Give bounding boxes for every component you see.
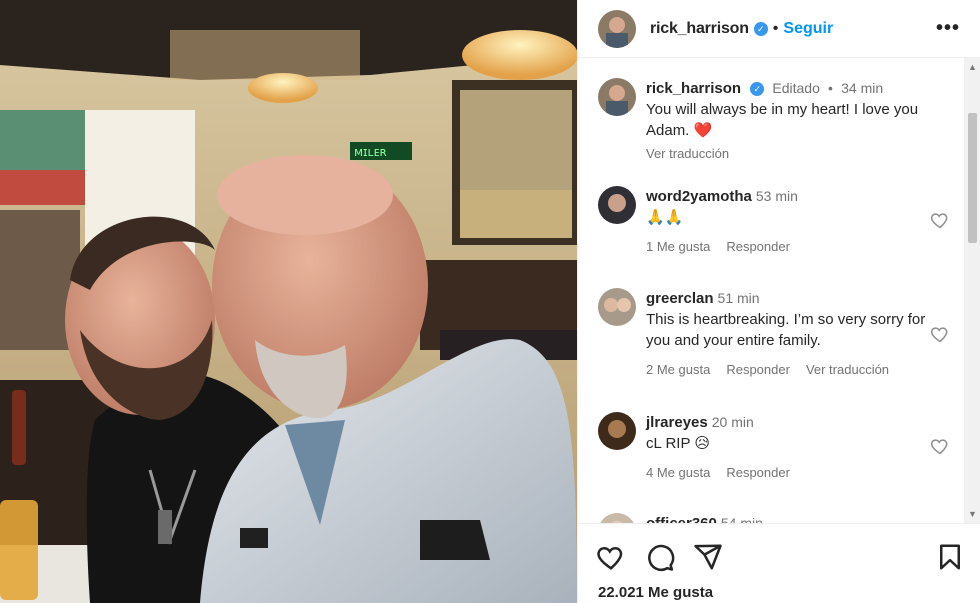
comment-avatar-image <box>598 412 636 450</box>
comment-text: cL RIP 😥 <box>646 435 710 452</box>
like-heart-icon[interactable] <box>930 324 950 344</box>
comment-avatar[interactable] <box>598 186 636 224</box>
more-options-icon[interactable]: ••• <box>936 17 960 40</box>
comment-bubble-icon[interactable] <box>645 542 675 572</box>
post-panel: rick_harrison ✓ • Seguir ••• rick_harris… <box>577 0 980 603</box>
comment-likes[interactable]: 2 Me gusta <box>646 359 710 380</box>
comment-time[interactable]: 20 min <box>712 414 754 430</box>
post-actions: 22.021 Me gusta <box>578 523 980 603</box>
comment-body: jlrareyes 20 min cL RIP 😥 4 Me gusta Respo… <box>646 412 926 483</box>
caption-avatar[interactable] <box>598 78 636 116</box>
like-heart-icon[interactable] <box>930 210 950 230</box>
comments-list[interactable]: rick_harrison ✓ Editado • 34 min You wil… <box>578 58 963 523</box>
comment-time[interactable]: 53 min <box>756 188 798 204</box>
comment-likes[interactable]: 1 Me gusta <box>646 236 710 257</box>
caption-text: You will always be in my heart! I love y… <box>646 101 919 139</box>
comment-body: word2yamotha 53 min 🙏🙏 1 Me gusta Responde… <box>646 186 926 257</box>
caption-avatar-image <box>598 78 636 116</box>
comment-avatar[interactable] <box>598 513 636 523</box>
comment-username[interactable]: jlrareyes <box>646 414 708 431</box>
neon-sign: ᴍɪʟᴇʀ <box>354 145 387 159</box>
comment-reply-button[interactable]: Responder <box>726 462 790 483</box>
comment-text: 🙏🙏 <box>646 209 684 226</box>
caption-translate-link[interactable]: Ver traducción <box>646 143 926 164</box>
caption-time[interactable]: 34 min <box>841 80 883 96</box>
comment-reply-button[interactable]: Responder <box>726 236 790 257</box>
comment-avatar-image <box>598 186 636 224</box>
scroll-down-arrow-icon[interactable]: ▼ <box>968 509 977 519</box>
comment-body: greerclan 51 min This is heartbreaking. I… <box>646 288 926 380</box>
author-avatar[interactable] <box>598 9 636 48</box>
comment-username[interactable]: greerclan <box>646 290 714 307</box>
comment-username[interactable]: officer360 <box>646 515 717 523</box>
comment-reply-button[interactable]: Responder <box>726 359 790 380</box>
scroll-up-arrow-icon[interactable]: ▲ <box>968 62 977 72</box>
post-photo[interactable]: ᴍɪʟᴇʀ <box>0 0 577 603</box>
comment-body: officer360 54 min <box>646 513 926 523</box>
comments-scrollbar[interactable]: ▲ ▼ <box>964 58 980 523</box>
scrollbar-thumb[interactable] <box>968 113 977 243</box>
save-bookmark-icon[interactable] <box>935 542 965 572</box>
comment-time[interactable]: 54 min <box>721 515 763 523</box>
caption-body: rick_harrison ✓ Editado • 34 min You wil… <box>646 78 926 164</box>
verified-badge-icon: ✓ <box>750 82 765 96</box>
comment-avatar[interactable] <box>598 412 636 450</box>
like-heart-icon[interactable] <box>596 542 626 572</box>
caption-username[interactable]: rick_harrison <box>646 80 741 97</box>
separator-dot: • <box>772 19 779 37</box>
comment-avatar[interactable] <box>598 288 636 326</box>
author-avatar-image <box>598 9 636 48</box>
share-send-icon[interactable] <box>693 542 723 572</box>
author-username[interactable]: rick_harrison <box>650 20 749 38</box>
likes-count[interactable]: 22.021 Me gusta <box>598 584 713 601</box>
caption-edited: Editado <box>772 80 820 96</box>
comment-text: This is heartbreaking. I’m so very sorry… <box>646 311 926 349</box>
verified-badge-icon: ✓ <box>753 21 768 36</box>
caption-separator: • <box>828 80 833 96</box>
comment-avatar-image <box>598 288 636 326</box>
like-heart-icon[interactable] <box>930 436 950 456</box>
comment-time[interactable]: 51 min <box>718 290 760 306</box>
comment-likes[interactable]: 4 Me gusta <box>646 462 710 483</box>
comment-translate-link[interactable]: Ver traducción <box>806 359 889 380</box>
comment-username[interactable]: word2yamotha <box>646 188 752 205</box>
post-header: rick_harrison ✓ • Seguir ••• <box>578 0 980 58</box>
follow-button[interactable]: Seguir <box>783 20 833 38</box>
post-image: ᴍɪʟᴇʀ <box>0 0 577 603</box>
comment-avatar-image <box>598 513 636 523</box>
